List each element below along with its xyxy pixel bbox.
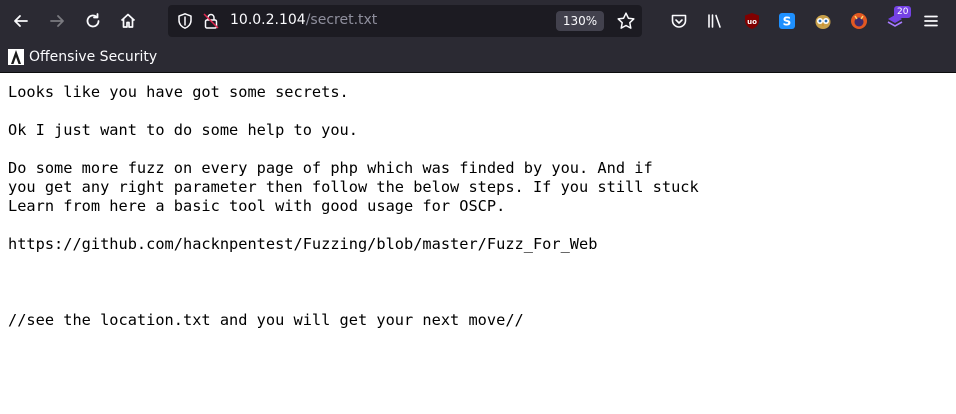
library-button[interactable] [702,8,728,34]
extension-owl-button[interactable] [814,12,832,30]
navigation-toolbar: 10.0.2.104/secret.txt 130% uo S 20 [0,0,956,42]
zoom-level-button[interactable]: 130% [556,11,604,31]
menu-button[interactable] [918,8,944,34]
blank-line [8,273,948,292]
back-button[interactable] [8,8,34,34]
ublock-extension-button[interactable]: uo [743,12,761,30]
reload-icon [86,13,100,28]
secret-text-line-6: //see the location.txt and you will get … [8,311,524,329]
url-text[interactable]: 10.0.2.104/secret.txt [230,12,377,28]
url-host: 10.0.2.104 [230,12,306,28]
offsec-icon [8,49,24,65]
back-icon [14,15,28,27]
extension-badge-count: 20 [894,6,912,18]
extension-s-button[interactable]: S [778,12,796,30]
forward-icon [50,15,64,27]
svg-text:S: S [783,15,792,29]
blank-line [8,254,948,273]
url-path: /secret.txt [305,12,378,28]
extension-fox-icon [851,13,867,29]
lock-icon[interactable] [202,12,220,30]
home-button[interactable] [115,8,141,34]
star-icon[interactable] [616,11,636,31]
bookmark-label: Offensive Security [29,49,158,65]
blank-line [8,102,948,121]
page-content: Looks like you have got some secrets. Ok… [8,83,948,330]
home-icon [120,13,136,28]
forward-button[interactable] [44,8,70,34]
blank-line [8,140,948,159]
secret-text-line-1: Looks like you have got some secrets. [8,83,349,101]
pocket-button[interactable] [666,8,692,34]
blank-line [8,216,948,235]
github-url-text: https://github.com/hacknpentest/Fuzzing/… [8,235,598,253]
bookmarks-toolbar: Offensive Security [0,42,956,73]
blank-line [8,292,948,311]
svg-text:uo: uo [747,18,757,26]
extension-fox-button[interactable] [850,12,868,30]
secret-text-line-5: Learn from here a basic tool with good u… [8,197,506,215]
pocket-icon [671,14,687,28]
secret-text-line-3: Do some more fuzz on every page of php w… [8,159,653,177]
library-icon [708,14,721,28]
secret-text-line-4: you get any right parameter then follow … [8,178,699,196]
menu-icon [924,15,938,27]
ublock-icon: uo [745,13,759,29]
extension-owl-icon [815,15,831,29]
extension-s-icon: S [779,13,795,29]
shield-icon[interactable] [176,12,194,30]
secret-text-line-2: Ok I just want to do some help to you. [8,121,358,139]
url-bar[interactable]: 10.0.2.104/secret.txt 130% [168,5,642,37]
bookmark-offensive-security[interactable]: Offensive Security [8,48,157,66]
reload-button[interactable] [80,8,106,34]
